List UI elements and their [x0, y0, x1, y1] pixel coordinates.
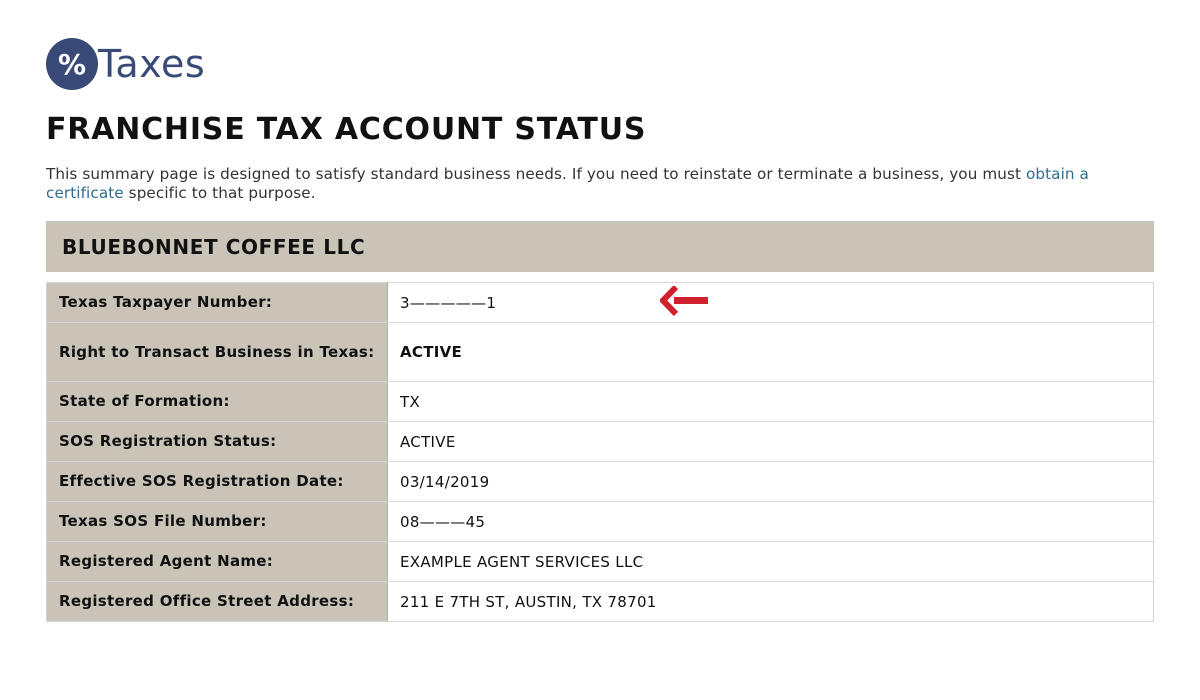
logo-text: Taxes — [98, 42, 206, 86]
taxes-logo[interactable]: % Taxes — [46, 38, 1154, 90]
table-row: Registered Office Street Address: 211 E … — [46, 581, 1154, 622]
registered-agent-name-value: EXAMPLE AGENT SERVICES LLC — [387, 541, 1154, 582]
table-row: Registered Agent Name: EXAMPLE AGENT SER… — [46, 541, 1154, 582]
intro-text-before: This summary page is designed to satisfy… — [46, 165, 1026, 183]
page: % Taxes FRANCHISE TAX ACCOUNT STATUS Thi… — [0, 0, 1200, 622]
right-to-transact-label: Right to Transact Business in Texas: — [46, 322, 388, 382]
sos-registration-status-value: ACTIVE — [387, 421, 1154, 462]
right-to-transact-value: ACTIVE — [387, 322, 1154, 382]
table-row: State of Formation: TX — [46, 381, 1154, 422]
table-row: Texas Taxpayer Number: 3—————1 — [46, 282, 1154, 323]
state-of-formation-value: TX — [387, 381, 1154, 422]
percent-icon: % — [46, 38, 98, 90]
registered-agent-name-label: Registered Agent Name: — [46, 541, 388, 582]
sos-file-number-label: Texas SOS File Number: — [46, 501, 388, 542]
table-row: Right to Transact Business in Texas: ACT… — [46, 322, 1154, 382]
effective-registration-date-label: Effective SOS Registration Date: — [46, 461, 388, 502]
taxpayer-number-value: 3—————1 — [387, 282, 1154, 323]
table-row: Texas SOS File Number: 08———45 — [46, 501, 1154, 542]
table-row: Effective SOS Registration Date: 03/14/2… — [46, 461, 1154, 502]
left-arrow-icon — [660, 286, 708, 316]
sos-registration-status-label: SOS Registration Status: — [46, 421, 388, 462]
account-details-table: Texas Taxpayer Number: 3—————1 Right to … — [46, 282, 1154, 622]
registered-office-address-label: Registered Office Street Address: — [46, 581, 388, 622]
effective-registration-date-value: 03/14/2019 — [387, 461, 1154, 502]
table-row: SOS Registration Status: ACTIVE — [46, 421, 1154, 462]
page-title: FRANCHISE TAX ACCOUNT STATUS — [46, 112, 647, 147]
taxpayer-number-label: Texas Taxpayer Number: — [46, 282, 388, 323]
intro-text-after: specific to that purpose. — [123, 184, 316, 202]
sos-file-number-value: 08———45 — [387, 501, 1154, 542]
registered-office-address-value: 211 E 7TH ST, AUSTIN, TX 78701 — [387, 581, 1154, 622]
intro-text: This summary page is designed to satisfy… — [46, 165, 1154, 203]
entity-name-header: BLUEBONNET COFFEE LLC — [46, 221, 1154, 272]
state-of-formation-label: State of Formation: — [46, 381, 388, 422]
